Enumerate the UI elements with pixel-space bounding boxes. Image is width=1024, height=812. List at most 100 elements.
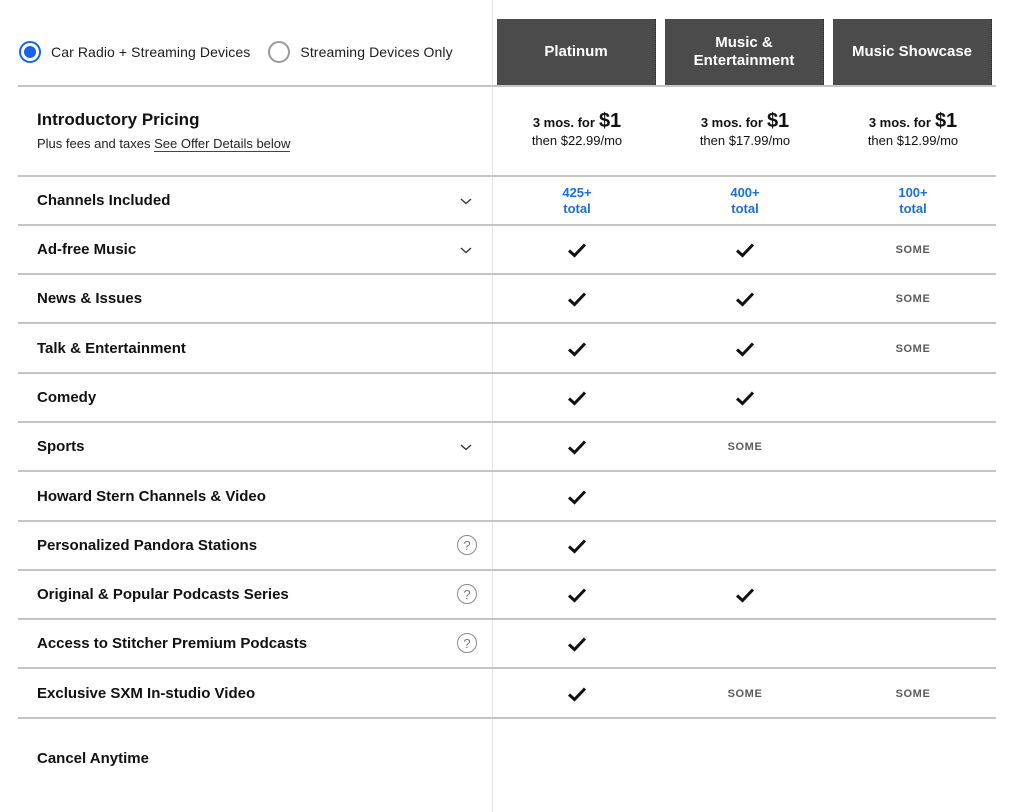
checkmark-icon [735,341,755,357]
channels-unit: total [563,200,591,216]
radio-unselected-icon [268,41,291,63]
help-icon[interactable]: ? [457,535,477,555]
checkmark-icon [735,291,755,307]
feature-cell-music-entertainment [665,274,825,323]
divider [18,717,996,719]
feature-cell-platinum [497,521,657,570]
checkmark-icon [567,538,587,554]
plan-header-label: Music & Entertainment [693,34,795,69]
feature-cell-platinum [497,570,657,619]
offer-details-link[interactable]: See Offer Details below [154,136,291,152]
checkmark-icon [735,390,755,406]
checkmark-icon [735,242,755,258]
checkmark-icon [567,291,587,307]
feature-label: Talk & Entertainment [37,340,186,357]
feature-cell-music-showcase: SOME [833,225,993,274]
feature-label: Sports [37,438,85,455]
intro-price: $1 [934,110,958,132]
fees-text: Plus fees and taxes [37,136,151,151]
feature-row: Talk & Entertainment SOME [18,324,996,373]
feature-label: Howard Stern Channels & Video [37,488,266,505]
some-label: SOME [895,342,931,355]
feature-cell-platinum [497,669,657,718]
feature-row: Personalized Pandora Stations? [18,521,996,570]
plan-header-platinum[interactable]: Platinum [497,19,656,85]
channels-count: 425+ [562,184,592,200]
feature-cell-platinum [497,422,657,471]
feature-cell-platinum [497,225,657,274]
feature-row-channels[interactable]: Channels Included 425+ total 400+ total 10… [18,176,996,225]
price-platinum: 3 mos. for $1 then $22.99/mo [497,110,657,148]
regular-price: then $17.99/mo [699,133,791,148]
radio-label: Car Radio + Streaming Devices [51,44,251,60]
feature-label: Personalized Pandora Stations [37,537,258,554]
feature-cell-music-showcase [833,373,993,422]
feature-cell-music-showcase [833,570,993,619]
feature-label: News & Issues [37,290,143,307]
divider [18,85,996,87]
feature-row: Howard Stern Channels & Video [18,472,996,521]
feature-cell-music-showcase: SOME [833,669,993,718]
intro-price: $1 [598,110,622,132]
feature-row: Comedy [18,373,996,422]
checkmark-icon [567,390,587,406]
feature-cell-music-showcase: SOME [833,324,993,373]
feature-cell-platinum [497,619,657,668]
some-label: SOME [895,687,931,700]
help-icon[interactable]: ? [457,633,477,653]
checkmark-icon [567,686,587,702]
feature-row[interactable]: Ad-free Music SOME [18,225,996,274]
intro-prefix: 3 mos. for [700,115,763,130]
chevron-down-icon[interactable] [458,242,474,258]
feature-cell-music-showcase [833,422,993,471]
radio-label: Streaming Devices Only [300,44,453,60]
checkmark-icon [567,587,587,603]
feature-row: News & Issues SOME [18,274,996,323]
channels-count-music-showcase[interactable]: 100+ total [833,176,993,225]
radio-selected-icon [19,41,41,63]
some-label: SOME [727,440,763,453]
feature-cell-music-showcase [833,472,993,521]
feature-cell-music-entertainment [665,373,825,422]
feature-row: Access to Stitcher Premium Podcasts? [18,619,996,668]
channels-count-music-entertainment[interactable]: 400+ total [665,176,825,225]
feature-cell-platinum [497,324,657,373]
channels-count-platinum[interactable]: 425+ total [497,176,657,225]
plan-header-music-showcase[interactable]: Music Showcase [833,19,992,85]
feature-cell-music-entertainment: SOME [665,422,825,471]
feature-row: Exclusive SXM In-studio Video SOME SOME [18,669,996,718]
feature-row: Original & Popular Podcasts Series? [18,570,996,619]
radio-car-radio-streaming[interactable]: Car Radio + Streaming Devices [19,41,250,63]
channels-count: 100+ [898,184,928,200]
chevron-down-icon[interactable] [458,439,474,455]
channels-unit: total [731,200,759,216]
intro-price: $1 [766,110,790,132]
feature-cell-music-showcase [833,619,993,668]
feature-cell-music-entertainment [665,472,825,521]
price-music-entertainment: 3 mos. for $1 then $17.99/mo [665,110,825,148]
checkmark-icon [567,636,587,652]
feature-cell-platinum [497,472,657,521]
feature-label: Ad-free Music [37,241,137,258]
checkmark-icon [735,587,755,603]
feature-label: Original & Popular Podcasts Series [37,586,289,603]
some-label: SOME [895,292,931,305]
plan-header-music-entertainment[interactable]: Music & Entertainment [665,19,824,85]
checkmark-icon [567,341,587,357]
feature-cell-music-entertainment [665,619,825,668]
feature-row[interactable]: Sports SOME [18,422,996,471]
feature-cell-music-entertainment [665,570,825,619]
feature-cell-music-entertainment: SOME [665,669,825,718]
regular-price: then $12.99/mo [867,133,959,148]
price-music-showcase: 3 mos. for $1 then $12.99/mo [833,110,993,148]
feature-cell-music-showcase: SOME [833,274,993,323]
chevron-down-icon[interactable] [458,193,474,209]
feature-cell-music-showcase [833,521,993,570]
feature-cell-platinum [497,274,657,323]
intro-pricing-subtitle: Plus fees and taxes See Offer Details be… [37,136,291,152]
radio-streaming-only[interactable]: Streaming Devices Only [268,41,453,63]
feature-label: Exclusive SXM In-studio Video [37,685,256,702]
help-icon[interactable]: ? [457,584,477,604]
regular-price: then $22.99/mo [531,133,623,148]
checkmark-icon [567,439,587,455]
